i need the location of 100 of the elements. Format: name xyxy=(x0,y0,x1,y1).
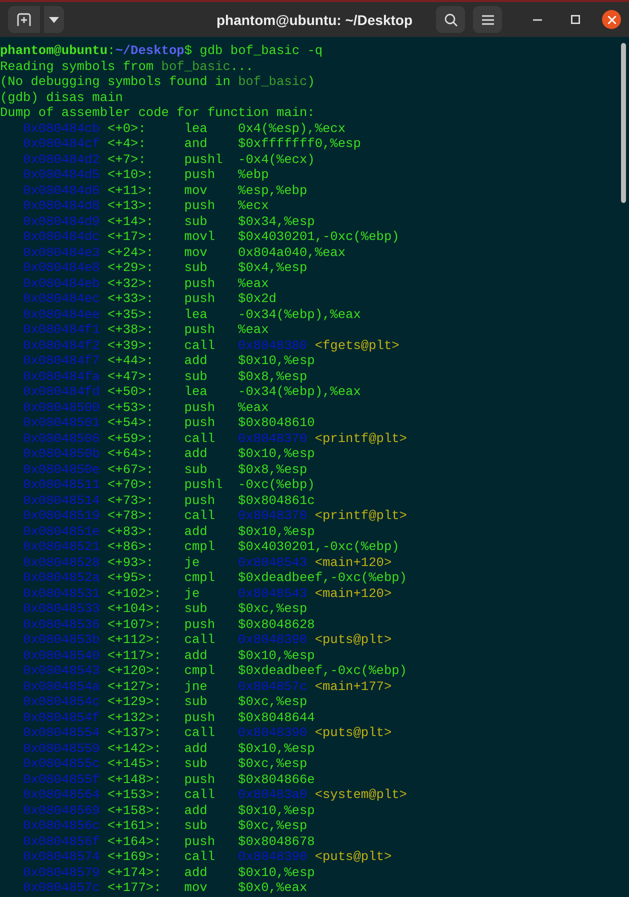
address-text: 0x080484d9 xyxy=(23,214,101,229)
mnemonic-text: mov xyxy=(184,182,208,198)
operand-text: $0x34,%esp xyxy=(238,214,315,228)
address-text: 0x0804854c xyxy=(23,694,101,710)
address-text: 0x08048554 xyxy=(23,725,101,740)
mnemonic-text: sub xyxy=(184,756,208,772)
operand-text: $0x10,%esp xyxy=(238,740,315,756)
address-text: 0x08048506 xyxy=(23,430,101,446)
operand-text: $0x8048628 xyxy=(238,616,315,632)
operand-text: %ecx xyxy=(238,198,269,213)
address-text: 0x080484e8 xyxy=(23,260,101,276)
address-text: 0x08048579 xyxy=(23,864,101,880)
mnemonic-text: sub xyxy=(184,694,208,710)
address-text: 0x080484f7 xyxy=(23,353,101,368)
offset-text: <+67>: xyxy=(108,462,155,477)
menu-button[interactable] xyxy=(473,6,502,33)
operand-text: $0x10,%esp xyxy=(238,353,315,368)
mnemonic-text: add xyxy=(184,524,208,539)
operand-text: %eax xyxy=(238,400,269,414)
operand-text: %eax xyxy=(238,322,269,337)
symbol-text: <printf@plt> xyxy=(314,430,407,446)
offset-text: <+161>: xyxy=(108,818,162,834)
mnemonic-text: push xyxy=(184,616,216,632)
target-address: 0x8048543 xyxy=(238,554,308,570)
target-address: 0x8048380 xyxy=(238,338,308,352)
mnemonic-text: lea xyxy=(184,120,208,136)
offset-text: <+7>: xyxy=(108,152,147,167)
mnemonic-text: sub xyxy=(184,260,208,276)
operand-text: $0xc,%esp xyxy=(238,694,308,709)
offset-text: <+64>: xyxy=(108,446,155,462)
operand-text: $0x4,%esp xyxy=(238,260,308,275)
operand-text: -0x34(%ebp),%eax xyxy=(238,384,361,399)
search-icon xyxy=(444,12,458,26)
mnemonic-text: cmpl xyxy=(184,570,216,586)
address-text: 0x0804857c xyxy=(23,880,101,896)
offset-text: <+32>: xyxy=(108,276,155,291)
operand-text: $0x4030201,-0xc(%ebp) xyxy=(238,229,400,244)
search-button[interactable] xyxy=(436,6,465,33)
address-text: 0x08048536 xyxy=(23,616,101,632)
address-text: 0x08048543 xyxy=(23,663,101,678)
offset-text: <+47>: xyxy=(108,368,155,384)
address-text: 0x080484d2 xyxy=(23,152,101,167)
mnemonic-text: add xyxy=(184,648,208,663)
offset-text: <+38>: xyxy=(108,322,155,338)
mnemonic-text: call xyxy=(184,632,216,648)
address-text: 0x0804850b xyxy=(23,446,101,462)
mnemonic-text: mov xyxy=(184,244,208,260)
mnemonic-text: push xyxy=(184,167,216,182)
address-text: 0x08048521 xyxy=(23,539,101,554)
offset-text: <+174>: xyxy=(108,864,162,880)
address-text: 0x080484dc xyxy=(23,229,101,244)
address-text: 0x080484eb xyxy=(23,276,101,291)
operand-text: $0x8,%esp xyxy=(238,368,308,384)
mnemonic-text: je xyxy=(184,586,201,601)
symbol-text: <main+177> xyxy=(314,678,392,694)
scrollbar[interactable] xyxy=(621,43,626,203)
offset-text: <+127>: xyxy=(108,678,162,694)
mnemonic-text: call xyxy=(184,849,216,864)
offset-text: <+53>: xyxy=(108,400,155,415)
offset-text: <+158>: xyxy=(108,802,162,818)
operand-text: 0x4(%esp),%ecx xyxy=(238,120,346,136)
terminal-line: Reading symbols from bof_basic... xyxy=(0,58,254,74)
close-button[interactable] xyxy=(602,10,621,29)
mnemonic-text: lea xyxy=(184,384,208,400)
operand-text: 0x804a040,%eax xyxy=(238,244,346,260)
target-address: 0x8048370 xyxy=(238,430,308,446)
dropdown-button[interactable] xyxy=(44,6,64,33)
mnemonic-text: and xyxy=(184,136,208,152)
target-address: 0x804857c xyxy=(238,678,308,694)
mnemonic-text: sub xyxy=(184,368,208,384)
operand-text: $0x804866e xyxy=(238,772,315,786)
address-text: 0x080484d8 xyxy=(23,198,101,214)
mnemonic-text: push xyxy=(184,415,216,430)
offset-text: <+70>: xyxy=(108,477,155,492)
operand-text: $0x10,%esp xyxy=(238,648,315,662)
symbol-text: <printf@plt> xyxy=(314,508,407,523)
offset-text: <+44>: xyxy=(108,353,155,368)
offset-text: <+83>: xyxy=(108,524,155,539)
offset-text: <+145>: xyxy=(108,756,162,772)
mnemonic-text: jne xyxy=(184,678,208,694)
mnemonic-text: pushl xyxy=(184,152,224,167)
mnemonic-text: call xyxy=(184,787,216,802)
close-icon xyxy=(608,16,616,24)
mnemonic-text: call xyxy=(184,338,216,353)
symbol-text: <system@plt> xyxy=(314,787,407,802)
address-text: 0x080484e3 xyxy=(23,244,101,260)
mnemonic-text: lea xyxy=(184,306,208,322)
new-tab-button[interactable] xyxy=(8,6,40,33)
offset-text: <+11>: xyxy=(108,182,155,198)
operand-text: $0x804861c xyxy=(238,492,315,508)
mnemonic-text: cmpl xyxy=(184,539,216,554)
operand-text: -0xc(%ebp) xyxy=(238,477,315,492)
offset-text: <+153>: xyxy=(108,787,162,802)
address-text: 0x08048501 xyxy=(23,415,101,430)
address-text: 0x08048559 xyxy=(23,740,101,756)
operand-text: $0xdeadbeef,-0xc(%ebp) xyxy=(238,570,407,585)
offset-text: <+93>: xyxy=(108,554,155,570)
address-text: 0x08048500 xyxy=(23,400,101,415)
address-text: 0x0804855c xyxy=(23,756,101,772)
offset-text: <+13>: xyxy=(108,198,155,214)
